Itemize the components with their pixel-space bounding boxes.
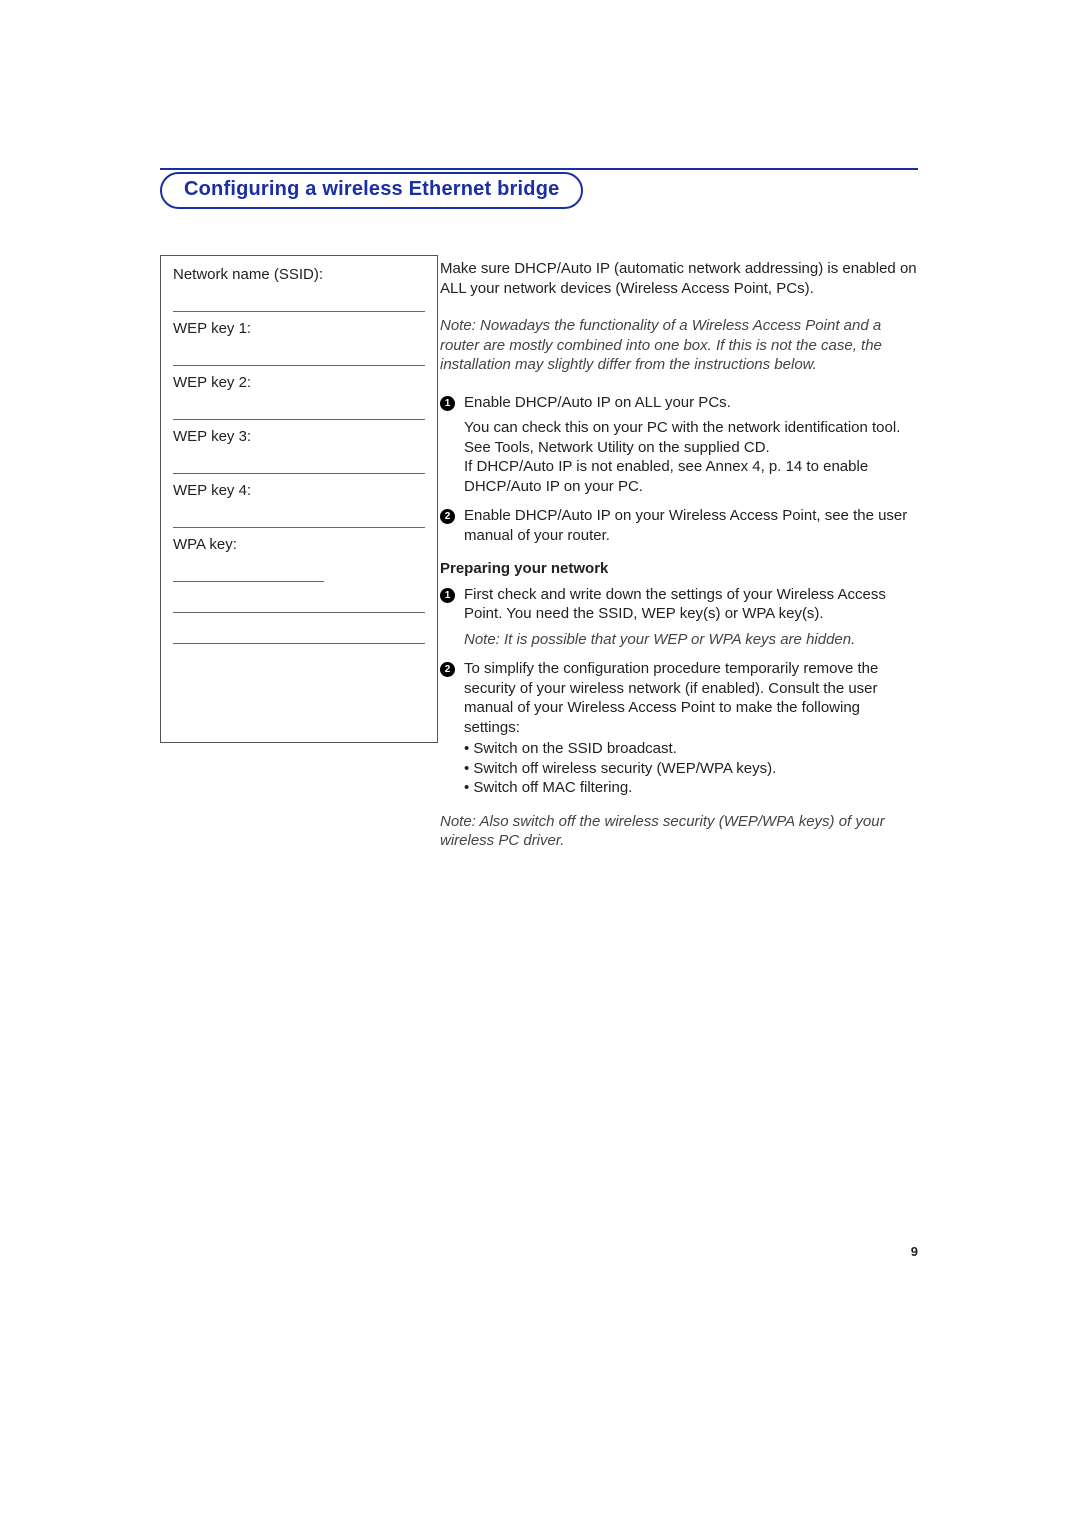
preparing-heading: Preparing your network	[440, 559, 920, 579]
settings-form-box: Network name (SSID): WEP key 1: WEP key …	[160, 255, 438, 743]
wpa-field-line-3	[173, 621, 425, 644]
page-number: 9	[911, 1244, 918, 1259]
wep1-field-line	[173, 343, 425, 366]
ssid-field-line	[173, 289, 425, 312]
dhcp-step-1: 1 Enable DHCP/Auto IP on ALL your PCs. Y…	[440, 393, 920, 497]
heading-container: Configuring a wireless Ethernet bridge	[160, 172, 583, 209]
wep3-field-line	[173, 451, 425, 474]
wpa-field-line-1	[173, 559, 324, 582]
step-number-badge: 1	[440, 588, 455, 603]
wep4-label: WEP key 4:	[173, 482, 425, 499]
wpa-label: WPA key:	[173, 536, 425, 553]
wpa-field-line-2	[173, 590, 425, 613]
wep3-label: WEP key 3:	[173, 428, 425, 445]
step-number-badge: 2	[440, 662, 455, 677]
bullet-ssid-broadcast: Switch on the SSID broadcast.	[464, 739, 920, 759]
prepare-step-2-text: To simplify the configuration procedure …	[464, 660, 878, 736]
prepare-step-1-note: Note: It is possible that your WEP or WP…	[464, 630, 920, 650]
prepare-step-1-text: First check and write down the settings …	[464, 586, 886, 623]
dhcp-step-2-text: Enable DHCP/Auto IP on your Wireless Acc…	[464, 507, 907, 544]
dhcp-step-1-text: Enable DHCP/Auto IP on ALL your PCs.	[464, 394, 731, 411]
prepare-step-2: 2 To simplify the configuration procedur…	[440, 659, 920, 798]
page-title: Configuring a wireless Ethernet bridge	[160, 172, 583, 209]
bullet-mac-filtering: Switch off MAC filtering.	[464, 778, 920, 798]
dhcp-steps-list: 1 Enable DHCP/Auto IP on ALL your PCs. Y…	[440, 393, 920, 546]
prepare-step-1: 1 First check and write down the setting…	[440, 585, 920, 650]
wep2-label: WEP key 2:	[173, 374, 425, 391]
wep1-label: WEP key 1:	[173, 320, 425, 337]
note-pc-driver: Note: Also switch off the wireless secur…	[440, 812, 920, 851]
prepare-steps-list: 1 First check and write down the setting…	[440, 585, 920, 798]
step-number-badge: 2	[440, 509, 455, 524]
step-number-badge: 1	[440, 396, 455, 411]
intro-paragraph: Make sure DHCP/Auto IP (automatic networ…	[440, 259, 920, 298]
ssid-label: Network name (SSID):	[173, 266, 425, 283]
note-combined-router: Note: Nowadays the functionality of a Wi…	[440, 316, 920, 375]
prepare-step-2-bullets: Switch on the SSID broadcast. Switch off…	[464, 739, 920, 798]
wep2-field-line	[173, 397, 425, 420]
bullet-wireless-security: Switch off wireless security (WEP/WPA ke…	[464, 759, 920, 779]
instruction-column: Make sure DHCP/Auto IP (automatic networ…	[440, 259, 920, 869]
dhcp-step-1-sub: You can check this on your PC with the n…	[464, 418, 920, 496]
top-rule	[160, 168, 918, 170]
wep4-field-line	[173, 505, 425, 528]
dhcp-step-2: 2 Enable DHCP/Auto IP on your Wireless A…	[440, 506, 920, 545]
